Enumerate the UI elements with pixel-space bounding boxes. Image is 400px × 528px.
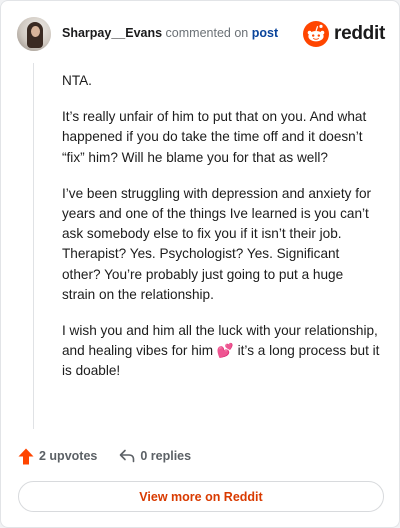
- comment-card: Sharpay__Evans commented on post reddit …: [0, 0, 400, 528]
- username-link[interactable]: Sharpay__Evans: [62, 26, 162, 40]
- post-link[interactable]: post: [252, 26, 278, 40]
- reddit-logo[interactable]: reddit: [303, 21, 385, 47]
- reddit-wordmark: reddit: [334, 23, 385, 44]
- upvote-arrow-icon: [18, 448, 34, 464]
- reddit-snoo-icon: [303, 21, 330, 47]
- avatar[interactable]: [17, 17, 51, 51]
- view-more-button[interactable]: View more on Reddit: [18, 481, 384, 512]
- upvote-button[interactable]: 2 upvotes: [18, 448, 97, 465]
- upvote-count: 2 upvotes: [39, 449, 98, 463]
- reply-button[interactable]: 0 replies: [119, 449, 191, 463]
- comment-body: NTA. It’s really unfair of him to put th…: [62, 71, 380, 398]
- reply-arrow-icon: [120, 449, 135, 463]
- comment-paragraph: It’s really unfair of him to put that on…: [62, 109, 367, 165]
- comment-paragraph: I’ve been struggling with depression and…: [62, 185, 372, 302]
- reply-count: 0 replies: [140, 449, 192, 463]
- commented-on-text: commented on: [165, 26, 249, 40]
- comment-header: Sharpay__Evans commented on post reddit: [17, 17, 385, 51]
- thread-line: [33, 63, 34, 429]
- comment-actions: 2 upvotes 0 replies: [18, 446, 191, 466]
- comment-paragraph: NTA.: [62, 73, 92, 88]
- two-hearts-emoji-icon: 💕: [216, 343, 234, 359]
- comment-meta: Sharpay__Evans commented on post: [62, 26, 278, 40]
- comment-paragraph: I wish you and him all the luck with you…: [62, 321, 380, 382]
